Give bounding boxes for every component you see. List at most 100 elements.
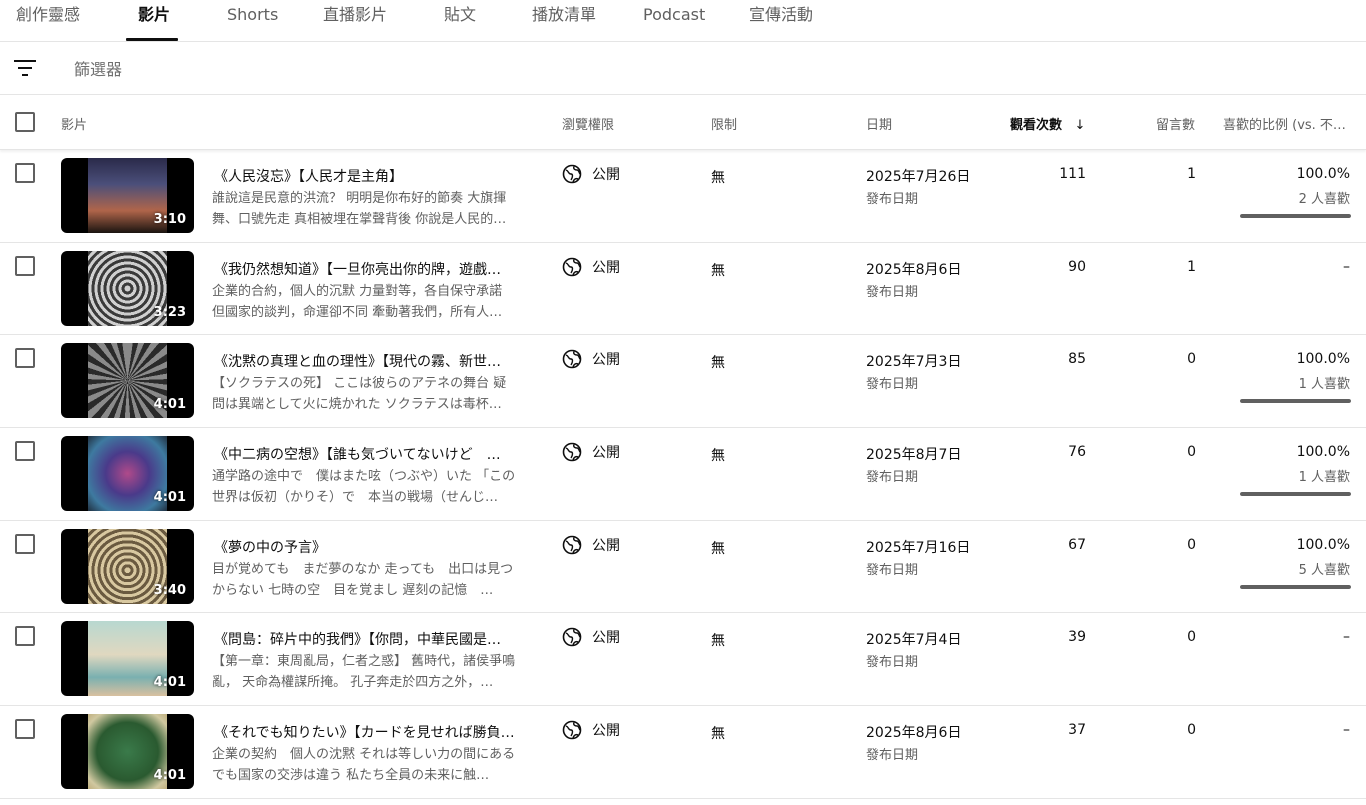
video-duration: 4:01 — [153, 397, 186, 413]
like-ratio-bar-fill — [1240, 214, 1351, 218]
video-thumbnail[interactable]: 4:01 — [61, 714, 194, 790]
table-row[interactable]: 4:01 《中二病の空想》【誰も気づいてないけど … 通学路の途中で 僕はまた呟… — [0, 428, 1366, 521]
publish-date-label: 發布日期 — [866, 377, 919, 393]
publish-date-label: 發布日期 — [866, 748, 919, 764]
comment-count: 1 — [1187, 258, 1196, 275]
globe-icon — [562, 535, 582, 555]
video-thumbnail[interactable]: 3:10 — [61, 158, 194, 233]
publish-date: 2025年7月4日 — [866, 632, 962, 649]
publish-date-label: 發布日期 — [866, 284, 919, 300]
tab-posts[interactable]: 貼文 — [444, 0, 476, 30]
visibility-dropdown[interactable]: 公開 — [562, 442, 620, 462]
view-count: 67 — [1068, 536, 1086, 553]
video-duration: 3:10 — [153, 212, 186, 227]
table-row[interactable]: 4:01 《問島：碎片中的我們》【你問，中華民國是… 【第一章：東周亂局，仁者之… — [0, 613, 1366, 707]
publish-date-label: 發布日期 — [866, 192, 919, 207]
visibility-dropdown[interactable]: 公開 — [562, 164, 620, 184]
table-row[interactable]: 4:01 《沈黙の真理と血の理性》【現代の霧、新世… 【ソクラテスの死】 ここは… — [0, 335, 1366, 429]
visibility-dropdown[interactable]: 公開 — [562, 257, 620, 277]
column-views[interactable]: 觀看次數 ↓ — [1010, 114, 1085, 133]
view-count: 37 — [1068, 722, 1086, 739]
view-count: 85 — [1068, 351, 1086, 368]
tab-videos[interactable]: 影片 — [138, 0, 170, 30]
globe-icon — [562, 257, 582, 276]
table-row[interactable]: 3:10 《人民沒忘》【人民才是主角】 誰說這是民意的洪流？ 明明是你布好的節奏… — [0, 150, 1366, 243]
tab-playlists[interactable]: 播放清單 — [532, 0, 596, 30]
globe-icon — [562, 628, 582, 647]
video-title[interactable]: 《夢の中の予言》 — [214, 537, 520, 557]
active-tab-indicator — [126, 38, 178, 41]
visibility-label: 公開 — [592, 259, 620, 276]
row-checkbox[interactable] — [15, 348, 35, 369]
visibility-dropdown[interactable]: 公開 — [562, 720, 620, 740]
video-title[interactable]: 《我仍然想知道》【一旦你亮出你的牌，遊戲… — [214, 259, 520, 279]
column-date[interactable]: 日期 — [866, 114, 892, 133]
comment-count: 0 — [1187, 536, 1196, 553]
video-thumbnail[interactable]: 4:01 — [61, 436, 194, 512]
sort-arrow-icon: ↓ — [1074, 118, 1086, 133]
row-checkbox[interactable] — [15, 626, 35, 647]
restriction-value: 無 — [711, 540, 725, 557]
like-ratio-bar — [1240, 492, 1351, 497]
visibility-dropdown[interactable]: 公開 — [562, 349, 620, 369]
video-title[interactable]: 《問島：碎片中的我們》【你問，中華民國是… — [214, 629, 520, 649]
table-row[interactable]: 3:40 《夢の中の予言》 目が覚めても まだ夢のなか 走っても 出口は見つから… — [0, 521, 1366, 614]
visibility-dropdown[interactable]: 公開 — [562, 627, 620, 647]
video-thumbnail[interactable]: 3:23 — [61, 250, 194, 326]
like-ratio-bar — [1240, 584, 1351, 589]
video-title[interactable]: 《人民沒忘》【人民才是主角】 — [214, 166, 520, 186]
comment-count: 0 — [1187, 351, 1196, 368]
video-title[interactable]: 《それでも知りたい》【カードを見せれば勝負… — [214, 722, 520, 742]
view-count: 39 — [1068, 629, 1086, 646]
publish-date: 2025年8月7日 — [866, 447, 962, 464]
video-duration: 4:01 — [153, 768, 186, 784]
comment-count: 1 — [1187, 166, 1196, 182]
publish-date: 2025年8月6日 — [866, 261, 962, 278]
tab-inspiration[interactable]: 創作靈感 — [16, 0, 80, 30]
select-all-checkbox[interactable] — [15, 112, 35, 132]
visibility-label: 公開 — [592, 352, 620, 369]
video-duration: 4:01 — [153, 490, 186, 506]
comment-count: 0 — [1187, 629, 1196, 646]
filter-icon[interactable] — [14, 59, 36, 77]
restriction-value: 無 — [711, 448, 725, 465]
visibility-label: 公開 — [592, 445, 620, 462]
column-comments[interactable]: 留言數 — [1156, 114, 1195, 133]
globe-icon — [562, 350, 582, 369]
row-checkbox[interactable] — [15, 719, 35, 740]
like-percentage: – — [1343, 629, 1350, 646]
visibility-label: 公開 — [592, 723, 620, 740]
tab-promotions[interactable]: 宣傳活動 — [749, 0, 813, 30]
video-list: 3:10 《人民沒忘》【人民才是主角】 誰說這是民意的洪流？ 明明是你布好的節奏… — [0, 150, 1366, 799]
video-duration: 3:23 — [153, 304, 186, 320]
table-row[interactable]: 3:23 《我仍然想知道》【一旦你亮出你的牌，遊戲… 企業的合約，個人的沉默 力… — [0, 243, 1366, 336]
filter-input[interactable] — [74, 55, 474, 83]
row-checkbox[interactable] — [15, 163, 35, 183]
video-thumbnail[interactable]: 4:01 — [61, 621, 194, 697]
column-visibility[interactable]: 瀏覽權限 — [562, 114, 614, 133]
video-description: 通学路の途中で 僕はまた呟（つぶや）いた 「この世界は仮初（かりそ）で 本当の戦… — [212, 469, 516, 506]
video-description: 【第一章：東周亂局，仁者之惑】 舊時代，諸侯爭鳴亂， 天命為權謀所掩。 孔子奔走… — [212, 654, 516, 691]
video-thumbnail[interactable]: 3:40 — [61, 528, 194, 604]
row-checkbox[interactable] — [15, 441, 35, 462]
video-thumbnail[interactable]: 4:01 — [61, 343, 194, 419]
tab-live[interactable]: 直播影片 — [323, 0, 387, 30]
video-title[interactable]: 《沈黙の真理と血の理性》【現代の霧、新世… — [214, 351, 520, 371]
like-ratio-bar — [1240, 399, 1351, 404]
visibility-label: 公開 — [592, 167, 620, 183]
publish-date-label: 發布日期 — [866, 562, 919, 578]
comment-count: 0 — [1187, 444, 1196, 461]
column-restrictions[interactable]: 限制 — [711, 114, 737, 133]
like-percentage: 100.0% — [1296, 351, 1350, 368]
row-checkbox[interactable] — [15, 533, 35, 554]
view-count: 90 — [1068, 258, 1086, 275]
tab-podcast[interactable]: Podcast — [643, 0, 705, 30]
video-title[interactable]: 《中二病の空想》【誰も気づいてないけど … — [214, 444, 520, 464]
row-checkbox[interactable] — [15, 255, 35, 276]
like-ratio-bar — [1240, 214, 1351, 218]
table-row[interactable]: 4:01 《それでも知りたい》【カードを見せれば勝負… 企業の契約 個人の沈黙 … — [0, 706, 1366, 799]
tab-shorts[interactable]: Shorts — [227, 0, 278, 30]
visibility-dropdown[interactable]: 公開 — [562, 535, 620, 555]
view-count: 111 — [1059, 166, 1086, 182]
column-likes[interactable]: 喜歡的比例 (vs. 不… — [1223, 114, 1346, 133]
